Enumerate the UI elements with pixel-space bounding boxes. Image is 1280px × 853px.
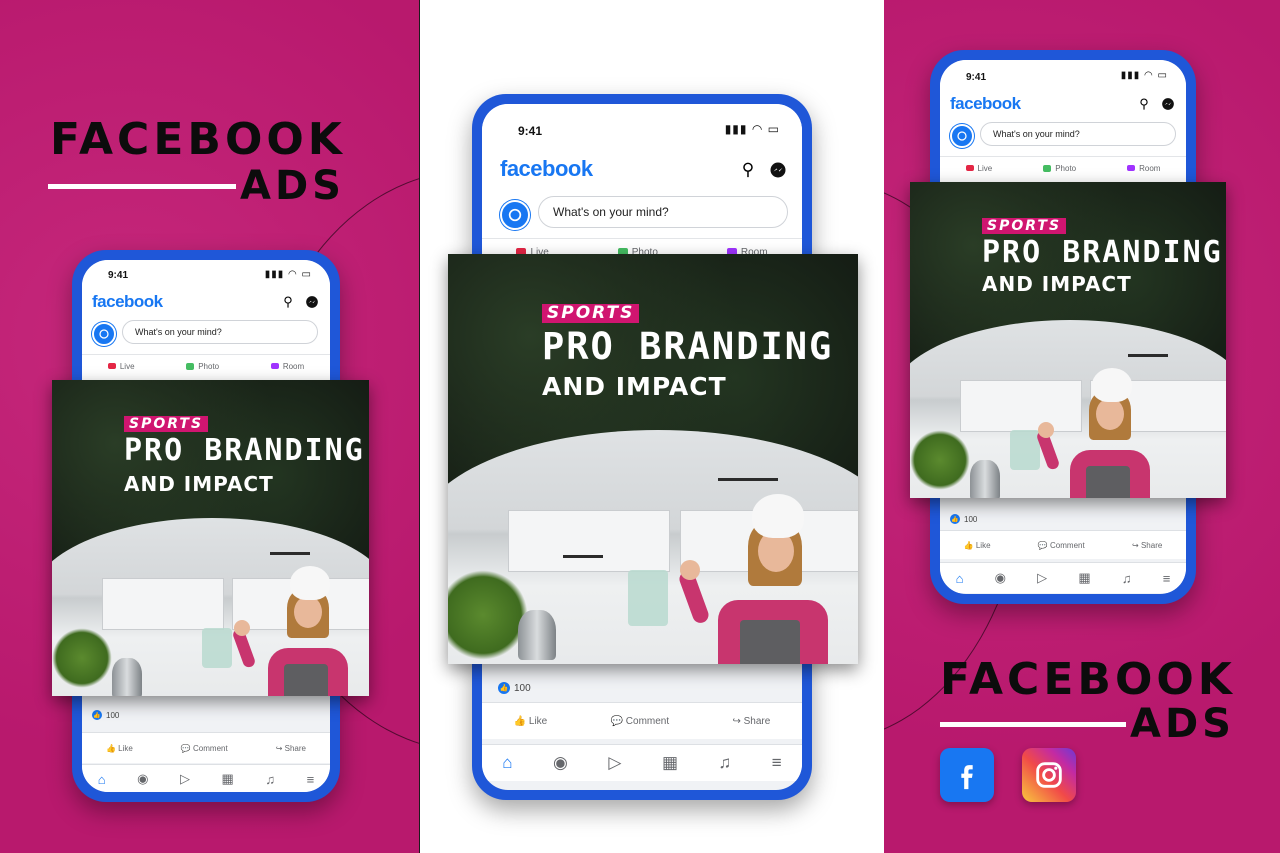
- reaction-bar: 👍 Like 💬 Comment ↪ Share: [82, 732, 330, 763]
- search-icon[interactable]: ⚲: [738, 160, 758, 180]
- marketplace-icon[interactable]: ▦: [1078, 570, 1090, 586]
- room-action[interactable]: Room: [1127, 164, 1160, 173]
- facebook-header: 9:41 ▮▮▮ ◠ ▭ facebook ⚲ What's on your m…: [940, 60, 1186, 182]
- watch-icon[interactable]: ▷: [1037, 570, 1047, 586]
- post-subtitle: AND IMPACT: [124, 472, 274, 496]
- comment-button[interactable]: 💬 Comment: [611, 716, 670, 727]
- post-title: PRO BRANDING: [124, 433, 365, 468]
- reaction-bar: 👍 Like 💬 Comment ↪ Share: [482, 702, 802, 739]
- menu-icon[interactable]: ≡: [307, 772, 315, 787]
- facebook-logo-icon[interactable]: [940, 748, 994, 802]
- home-icon[interactable]: ⌂: [956, 571, 964, 586]
- status-time: 9:41: [518, 124, 543, 138]
- kitchen-scene: [910, 320, 1226, 498]
- menu-icon[interactable]: ≡: [772, 753, 782, 773]
- post-tag: SPORTS: [124, 416, 209, 432]
- messenger-icon[interactable]: [304, 294, 320, 310]
- composer-actions: Live Photo Room: [940, 156, 1186, 179]
- profile-avatar[interactable]: [92, 322, 116, 346]
- like-button[interactable]: 👍 Like: [106, 744, 133, 753]
- bell-icon[interactable]: ♫: [719, 753, 732, 773]
- like-count: 👍 100: [92, 710, 120, 720]
- share-button[interactable]: ↪ Share: [276, 744, 306, 753]
- groups-icon[interactable]: ◉: [553, 753, 568, 773]
- profile-avatar[interactable]: [950, 124, 974, 148]
- headline-line1: FACEBOOK: [50, 114, 346, 165]
- ad-post-image: SPORTS PRO BRANDING AND IMPACT: [448, 254, 858, 664]
- bottom-nav: ⌂ ◉ ▷ ▦ ♫ ≡: [482, 744, 802, 781]
- like-button[interactable]: 👍 Like: [514, 716, 548, 727]
- status-icons: ▮▮▮ ◠ ▭: [724, 122, 780, 136]
- post-title: PRO BRANDING: [542, 325, 834, 368]
- messenger-icon[interactable]: [768, 160, 788, 180]
- bell-icon[interactable]: ♫: [1122, 571, 1132, 586]
- status-time: 9:41: [966, 72, 987, 83]
- status-icons: ▮▮▮ ◠ ▭: [1120, 70, 1168, 81]
- like-button[interactable]: 👍 Like: [964, 541, 991, 550]
- share-button[interactable]: ↪ Share: [1132, 541, 1162, 550]
- bell-icon[interactable]: ♫: [265, 772, 275, 787]
- photo-action[interactable]: Photo: [186, 362, 219, 371]
- middle-panel: 9:41 ▮▮▮ ◠ ▭ facebook ⚲ What's on your m…: [420, 0, 884, 853]
- facebook-logo: facebook: [92, 292, 163, 311]
- post-title: PRO BRANDING: [982, 235, 1223, 270]
- bottom-nav: ⌂ ◉ ▷ ▦ ♫ ≡: [940, 562, 1186, 593]
- home-icon[interactable]: ⌂: [502, 753, 512, 773]
- live-action[interactable]: Live: [965, 164, 992, 173]
- headline-rule: [48, 184, 236, 189]
- headline-line2: ADS: [240, 163, 345, 209]
- marketplace-icon[interactable]: ▦: [662, 753, 678, 773]
- post-tag: SPORTS: [542, 304, 640, 323]
- messenger-icon[interactable]: [1160, 96, 1176, 112]
- facebook-header: 9:41 ▮▮▮ ◠ ▭ facebook ⚲ What's on your m…: [482, 104, 802, 265]
- post-subtitle: AND IMPACT: [542, 372, 727, 401]
- groups-icon[interactable]: ◉: [137, 771, 148, 787]
- search-icon[interactable]: ⚲: [280, 294, 296, 310]
- home-icon[interactable]: ⌂: [98, 772, 106, 787]
- composer-actions: Live Photo Room: [82, 354, 330, 377]
- composer-input[interactable]: What's on your mind?: [538, 196, 788, 228]
- comment-button[interactable]: 💬 Comment: [181, 744, 228, 753]
- headline-line1: FACEBOOK: [940, 654, 1236, 705]
- left-panel: FACEBOOK ADS 9:41 ▮▮▮ ◠ ▭ facebook ⚲ Wha…: [0, 0, 420, 853]
- status-time: 9:41: [108, 270, 129, 281]
- live-action[interactable]: Live: [107, 362, 135, 371]
- marketplace-icon[interactable]: ▦: [222, 771, 234, 787]
- watch-icon[interactable]: ▷: [608, 753, 621, 773]
- like-count: 👍 100: [950, 514, 978, 524]
- kitchen-scene: [448, 430, 858, 664]
- groups-icon[interactable]: ◉: [995, 570, 1006, 586]
- post-subtitle: AND IMPACT: [982, 272, 1132, 296]
- headline-rule: [940, 722, 1126, 727]
- profile-avatar[interactable]: [500, 200, 530, 230]
- watch-icon[interactable]: ▷: [180, 771, 190, 787]
- room-action[interactable]: Room: [270, 362, 304, 371]
- right-panel: 9:41 ▮▮▮ ◠ ▭ facebook ⚲ What's on your m…: [884, 0, 1280, 853]
- photo-action[interactable]: Photo: [1043, 164, 1076, 173]
- status-icons: ▮▮▮ ◠ ▭: [264, 269, 312, 280]
- facebook-logo: facebook: [950, 94, 1021, 113]
- composer-input[interactable]: What's on your mind?: [122, 320, 318, 344]
- facebook-logo: facebook: [500, 156, 593, 181]
- kitchen-scene: [52, 518, 369, 696]
- instagram-logo-icon[interactable]: [1022, 748, 1076, 802]
- post-tag: SPORTS: [982, 218, 1067, 234]
- comment-button[interactable]: 💬 Comment: [1038, 541, 1085, 550]
- facebook-header: 9:41 ▮▮▮ ◠ ▭ facebook ⚲ What's on your m…: [82, 260, 330, 380]
- ad-post-image: SPORTS PRO BRANDING AND IMPACT: [52, 380, 369, 696]
- search-icon[interactable]: ⚲: [1136, 96, 1152, 112]
- menu-icon[interactable]: ≡: [1163, 571, 1171, 586]
- like-count: 👍 100: [498, 682, 531, 694]
- bottom-nav: ⌂ ◉ ▷ ▦ ♫ ≡: [82, 764, 330, 792]
- share-button[interactable]: ↪ Share: [732, 716, 770, 727]
- headline-line2: ADS: [1130, 701, 1235, 747]
- reaction-bar: 👍 Like 💬 Comment ↪ Share: [940, 530, 1186, 559]
- ad-post-image: SPORTS PRO BRANDING AND IMPACT: [910, 182, 1226, 498]
- composer-input[interactable]: What's on your mind?: [980, 122, 1176, 146]
